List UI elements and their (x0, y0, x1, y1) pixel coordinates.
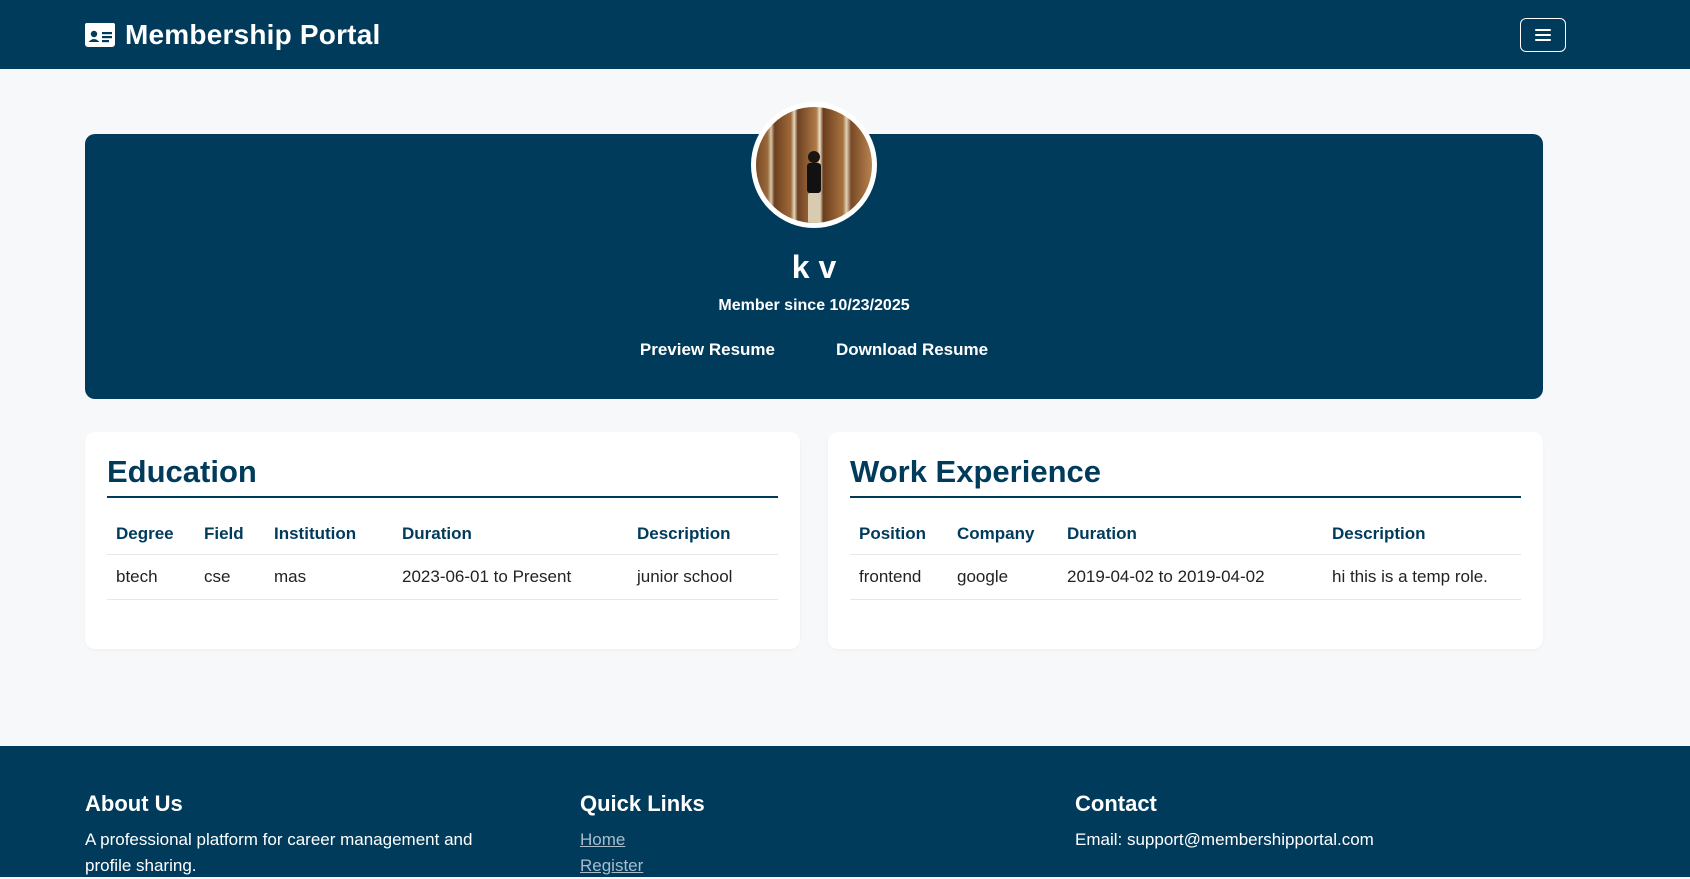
work-experience-table: Position Company Duration Description fr… (850, 516, 1521, 600)
top-navbar: Membership Portal (0, 0, 1690, 69)
footer-link-home[interactable]: Home (580, 827, 980, 853)
footer-quick-links: Quick Links Home Register (580, 791, 980, 879)
column-header: Degree (107, 516, 195, 555)
table-row: btech cse mas 2023-06-01 to Present juni… (107, 554, 778, 600)
footer-contact-email: Email: support@membershipportal.com (1075, 830, 1374, 849)
table-header-row: Position Company Duration Description (850, 516, 1521, 555)
footer-about-text: A professional platform for career manag… (85, 830, 473, 875)
column-header: Field (195, 516, 265, 555)
preview-resume-link[interactable]: Preview Resume (640, 340, 775, 360)
column-header: Description (628, 516, 778, 555)
table-cell: frontend (850, 554, 948, 600)
column-header: Duration (1058, 516, 1323, 555)
education-card: Education Degree Field Institution Durat… (85, 432, 800, 649)
main-content: k v Member since 10/23/2025 Preview Resu… (85, 102, 1543, 649)
footer-contact-title: Contact (1075, 791, 1157, 816)
work-experience-title: Work Experience (850, 454, 1521, 498)
brand-title: Membership Portal (125, 18, 381, 50)
column-header: Description (1323, 516, 1521, 555)
column-header: Position (850, 516, 948, 555)
education-title: Education (107, 454, 778, 498)
resume-actions: Preview Resume Download Resume (85, 340, 1543, 360)
download-resume-link[interactable]: Download Resume (836, 340, 988, 360)
member-since-text: Member since 10/23/2025 (718, 297, 910, 314)
hamburger-icon (1535, 28, 1551, 41)
education-table: Degree Field Institution Duration Descri… (107, 516, 778, 600)
work-experience-card: Work Experience Position Company Duratio… (828, 432, 1543, 649)
footer-links-title: Quick Links (580, 791, 705, 816)
table-cell: junior school (628, 554, 778, 600)
avatar (751, 102, 877, 228)
details-section: Education Degree Field Institution Durat… (85, 432, 1543, 649)
column-header: Company (948, 516, 1058, 555)
table-cell: google (948, 554, 1058, 600)
table-cell: mas (265, 554, 393, 600)
table-cell: 2023-06-01 to Present (393, 554, 628, 600)
footer: About Us A professional platform for car… (0, 746, 1690, 877)
profile-name: k v (791, 249, 837, 285)
column-header: Institution (265, 516, 393, 555)
table-header-row: Degree Field Institution Duration Descri… (107, 516, 778, 555)
table-cell: cse (195, 554, 265, 600)
table-cell: btech (107, 554, 195, 600)
brand[interactable]: Membership Portal (85, 19, 380, 51)
footer-about-title: About Us (85, 791, 183, 816)
table-row: frontend google 2019-04-02 to 2019-04-02… (850, 554, 1521, 600)
footer-about: About Us A professional platform for car… (85, 791, 515, 879)
id-card-icon (85, 22, 115, 47)
footer-contact: Contact Email: support@membershipportal.… (1075, 791, 1575, 853)
footer-link-register[interactable]: Register (580, 853, 980, 879)
column-header: Duration (393, 516, 628, 555)
person-photo (807, 151, 821, 223)
profile-card: k v Member since 10/23/2025 Preview Resu… (85, 102, 1543, 399)
table-cell: hi this is a temp role. (1323, 554, 1521, 600)
table-cell: 2019-04-02 to 2019-04-02 (1058, 554, 1323, 600)
menu-toggle-button[interactable] (1520, 17, 1566, 52)
